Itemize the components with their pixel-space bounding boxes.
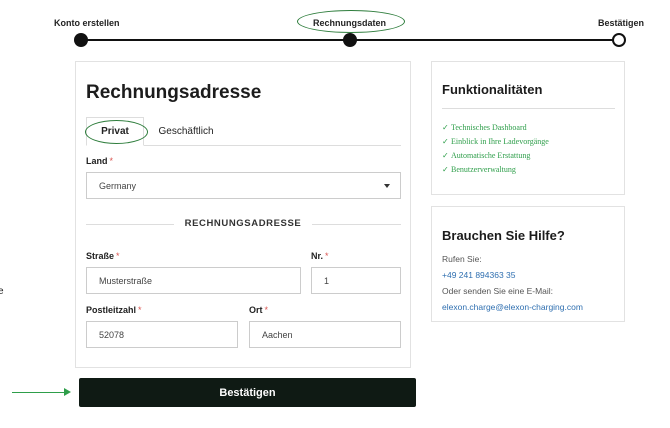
- features-title: Funktionalitäten: [442, 82, 543, 97]
- confirm-button[interactable]: Bestätigen: [79, 378, 416, 407]
- step-konto-erstellen: Konto erstellen: [54, 18, 120, 28]
- email-label: Oder senden Sie eine E-Mail:: [442, 286, 554, 296]
- list-item: ✓ Technisches Dashboard: [442, 121, 549, 135]
- country-value: Germany: [99, 180, 137, 191]
- tab-geschaeftlich[interactable]: Geschäftlich: [148, 117, 224, 146]
- postal-code-input[interactable]: 52078: [86, 321, 238, 348]
- list-item: ✓ Automatische Erstattung: [442, 149, 549, 163]
- list-item: ✓ Benutzerverwaltung: [442, 163, 549, 177]
- divider: [312, 224, 401, 225]
- billing-address-card: Rechnungsadresse Privat Geschäftlich Lan…: [75, 61, 411, 368]
- current-step-highlight: [297, 10, 405, 33]
- house-number-input[interactable]: 1: [311, 267, 401, 294]
- country-select[interactable]: Germany: [86, 172, 401, 199]
- house-number-label: Nr. *: [311, 251, 329, 261]
- clipped-text: e: [0, 286, 4, 297]
- city-label: Ort *: [249, 305, 269, 315]
- list-item: ✓ Einblick in Ihre Ladevorgänge: [442, 135, 549, 149]
- divider: [86, 224, 174, 225]
- annotation-arrow: [12, 392, 68, 393]
- arrow-right-icon: [64, 388, 71, 396]
- step-dot-completed: [74, 33, 88, 47]
- required-marker: *: [109, 156, 114, 166]
- features-card: Funktionalitäten ✓ Technisches Dashboard …: [431, 61, 625, 195]
- help-card: Brauchen Sie Hilfe? Rufen Sie: +49 241 8…: [431, 206, 625, 322]
- step-dot-pending: [612, 33, 626, 47]
- postal-code-label: Postleitzahl *: [86, 305, 142, 315]
- section-title: RECHNUNGSADRESSE: [184, 218, 302, 229]
- page-title: Rechnungsadresse: [86, 82, 262, 103]
- call-label: Rufen Sie:: [442, 254, 482, 264]
- required-marker: *: [116, 251, 120, 261]
- check-icon: ✓: [442, 137, 449, 146]
- help-title: Brauchen Sie Hilfe?: [442, 228, 565, 243]
- step-dot-current: [343, 33, 357, 47]
- city-input[interactable]: Aachen: [249, 321, 401, 348]
- required-marker: *: [325, 251, 329, 261]
- tab-privat[interactable]: Privat: [86, 117, 144, 146]
- chevron-down-icon: [384, 184, 390, 188]
- street-input[interactable]: Musterstraße: [86, 267, 301, 294]
- required-marker: *: [264, 305, 269, 315]
- check-icon: ✓: [442, 151, 449, 160]
- required-marker: *: [138, 305, 142, 315]
- email-link[interactable]: elexon.charge@elexon-charging.com: [442, 302, 583, 312]
- step-bestaetigen: Bestätigen: [598, 18, 645, 28]
- land-label: Land *: [86, 156, 114, 166]
- check-icon: ✓: [442, 123, 449, 132]
- street-label: Straße *: [86, 251, 120, 261]
- phone-link[interactable]: +49 241 894363 35: [442, 270, 516, 280]
- divider: [442, 108, 615, 109]
- check-icon: ✓: [442, 165, 449, 174]
- features-list: ✓ Technisches Dashboard ✓ Einblick in Ihre…: [442, 121, 549, 177]
